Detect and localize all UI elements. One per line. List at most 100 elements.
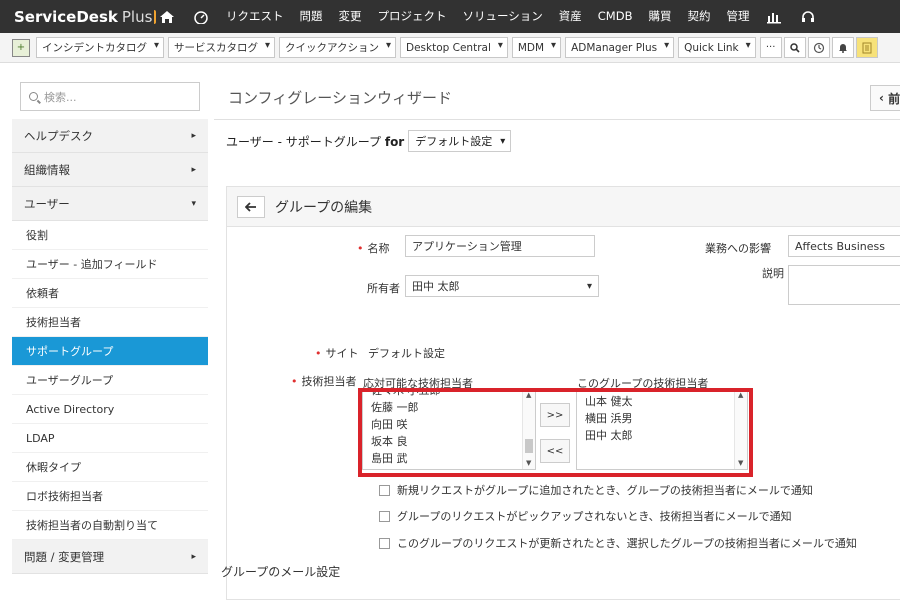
- notify-new-request-label: 新規リクエストがグループに追加されたとき、グループの技術担当者にメールで通知: [397, 484, 813, 497]
- more-button[interactable]: ···: [759, 37, 782, 58]
- group-for-label: ユーザー - サポートグループ for: [226, 133, 404, 150]
- sidebar-item-technicians[interactable]: 技術担当者: [12, 308, 208, 337]
- secondary-toolbar: + インシデントカタログ サービスカタログ クイックアクション Desktop …: [0, 33, 900, 63]
- nav-changes[interactable]: 変更: [331, 0, 370, 33]
- top-navigation-bar: ServiceDesk Plus リクエスト 問題 変更 プロジェクト ソリュー…: [0, 0, 900, 33]
- dashboard-icon[interactable]: [184, 0, 218, 33]
- incident-catalog-dropdown[interactable]: インシデントカタログ: [36, 37, 164, 58]
- required-marker: •: [357, 242, 364, 255]
- new-request-icon[interactable]: +: [12, 38, 30, 57]
- support-headset-icon[interactable]: [791, 0, 825, 33]
- sidebar-section-label: 問題 / 変更管理: [24, 549, 105, 564]
- notify-not-picked-option[interactable]: グループのリクエストがピックアップされないとき、技術担当者にメールで通知: [379, 508, 792, 524]
- search-icon: [29, 92, 38, 101]
- group-for-keyword: for: [384, 134, 405, 149]
- sidebar-item-support-groups[interactable]: サポートグループ: [12, 337, 208, 366]
- nav-purchase[interactable]: 購買: [640, 0, 679, 33]
- sidebar-item-technician-auto-assign[interactable]: 技術担当者の自動割り当て: [12, 511, 208, 540]
- edit-group-header: グループの編集: [227, 187, 900, 227]
- sidebar-item-active-directory[interactable]: Active Directory: [12, 395, 208, 424]
- notify-not-picked-label: グループのリクエストがピックアップされないとき、技術担当者にメールで通知: [397, 510, 792, 523]
- sidebar-item-robo-technicians[interactable]: ロボ技術担当者: [12, 482, 208, 511]
- owner-label: 所有者: [367, 282, 400, 295]
- notify-updated-label: このグループのリクエストが更新されたとき、選択したグループの技術担当者にメールで…: [397, 537, 857, 550]
- name-label-text: 名称: [367, 242, 390, 255]
- impact-select[interactable]: Affects Business: [788, 235, 900, 257]
- admanager-dropdown[interactable]: ADManager Plus: [565, 37, 675, 58]
- brand-name: ServiceDesk: [14, 7, 118, 26]
- quick-link-dropdown[interactable]: Quick Link: [678, 37, 756, 58]
- technicians-label-text: 技術担当者: [301, 375, 357, 388]
- group-name-field[interactable]: アプリケーション管理: [405, 235, 595, 257]
- chevron-down-icon: ▾: [191, 198, 196, 209]
- edit-group-title: グループの編集: [275, 199, 373, 216]
- product-logo[interactable]: ServiceDesk Plus: [0, 7, 157, 26]
- sidebar-section-organization[interactable]: 組織情報 ▸: [12, 153, 208, 187]
- sidebar-item-ldap[interactable]: LDAP: [12, 424, 208, 453]
- brand-plus: Plus: [121, 7, 153, 26]
- mdm-dropdown[interactable]: MDM: [511, 37, 562, 58]
- notes-icon[interactable]: [855, 37, 878, 58]
- back-arrow-button[interactable]: [237, 195, 265, 218]
- sidebar-item-requesters[interactable]: 依頼者: [12, 279, 208, 308]
- sidebar-section-helpdesk[interactable]: ヘルプデスク ▸: [12, 119, 208, 153]
- notify-updated-option[interactable]: このグループのリクエストが更新されたとき、選択したグループの技術担当者にメールで…: [379, 535, 857, 551]
- site-label: • サイト デフォルト設定: [315, 345, 445, 361]
- notify-not-picked-checkbox[interactable]: [379, 510, 390, 522]
- profile-select[interactable]: デフォルト設定: [408, 130, 512, 152]
- owner-value: 田中 太郎: [412, 280, 460, 293]
- sidebar-search-placeholder: 検索...: [44, 90, 77, 104]
- sidebar-search-input[interactable]: 検索...: [20, 82, 200, 111]
- history-icon[interactable]: [807, 37, 830, 58]
- highlight-annotation: [358, 388, 753, 477]
- nav-cmdb[interactable]: CMDB: [590, 0, 641, 33]
- sidebar-section-label: ヘルプデスク: [24, 128, 93, 143]
- owner-select[interactable]: 田中 太郎: [405, 275, 599, 297]
- sidebar-item-user-additional-fields[interactable]: ユーザー - 追加フィールド: [12, 250, 208, 279]
- previous-button[interactable]: ‹ 前: [870, 85, 900, 111]
- main-content: コンフィグレーションウィザード ‹ 前 ユーザー - サポートグループ for …: [214, 76, 900, 600]
- page-title: コンフィグレーションウィザード ‹ 前: [214, 76, 900, 120]
- search-icon[interactable]: [783, 37, 806, 58]
- nav-contracts[interactable]: 契約: [679, 0, 718, 33]
- nav-problems[interactable]: 問題: [292, 0, 331, 33]
- required-marker: •: [315, 347, 322, 360]
- sidebar-item-roles[interactable]: 役割: [12, 221, 208, 250]
- site-value: デフォルト設定: [368, 347, 445, 360]
- nav-projects[interactable]: プロジェクト: [370, 0, 455, 33]
- group-for-prefix: ユーザー - サポートグループ: [226, 134, 382, 149]
- sidebar-section-label: 組織情報: [24, 162, 70, 177]
- group-mail-settings-label: グループのメール設定: [221, 565, 341, 579]
- desktop-central-dropdown[interactable]: Desktop Central: [399, 37, 508, 58]
- sidebar-item-user-groups[interactable]: ユーザーグループ: [12, 366, 208, 395]
- notify-new-request-checkbox[interactable]: [379, 484, 390, 496]
- technicians-label: • 技術担当者: [291, 373, 357, 389]
- notify-updated-checkbox[interactable]: [379, 537, 390, 549]
- sidebar-section-problem-change[interactable]: 問題 / 変更管理 ▸: [12, 540, 208, 574]
- nav-admin[interactable]: 管理: [718, 0, 757, 33]
- reports-icon[interactable]: [757, 0, 791, 33]
- chevron-right-icon: ▸: [191, 551, 196, 562]
- wizard-title-text: コンフィグレーションウィザード: [228, 89, 452, 107]
- required-marker: •: [291, 375, 298, 388]
- admin-sidebar: 検索... ヘルプデスク ▸ 組織情報 ▸ ユーザー ▾ 役割 ユーザー - 追…: [12, 76, 208, 576]
- home-icon[interactable]: [150, 0, 184, 33]
- quick-actions-dropdown[interactable]: クイックアクション: [279, 37, 396, 58]
- bell-icon[interactable]: [831, 37, 854, 58]
- nav-solutions[interactable]: ソリューション: [455, 0, 551, 33]
- chevron-right-icon: ▸: [191, 164, 196, 175]
- previous-button-label: 前: [888, 91, 900, 106]
- sidebar-section-label: ユーザー: [24, 196, 70, 211]
- name-label: • 名称: [357, 240, 390, 256]
- nav-assets[interactable]: 資産: [551, 0, 590, 33]
- sidebar-section-users[interactable]: ユーザー ▾: [12, 187, 208, 221]
- service-catalog-dropdown[interactable]: サービスカタログ: [168, 37, 275, 58]
- chevron-left-icon: ‹: [879, 91, 889, 105]
- chevron-right-icon: ▸: [191, 130, 196, 141]
- impact-label: 業務への影響: [705, 242, 771, 255]
- site-label-text: サイト: [325, 347, 359, 360]
- nav-requests[interactable]: リクエスト: [218, 0, 292, 33]
- sidebar-item-leave-types[interactable]: 休暇タイプ: [12, 453, 208, 482]
- description-textarea[interactable]: [788, 265, 900, 305]
- notify-new-request-option[interactable]: 新規リクエストがグループに追加されたとき、グループの技術担当者にメールで通知: [379, 482, 813, 498]
